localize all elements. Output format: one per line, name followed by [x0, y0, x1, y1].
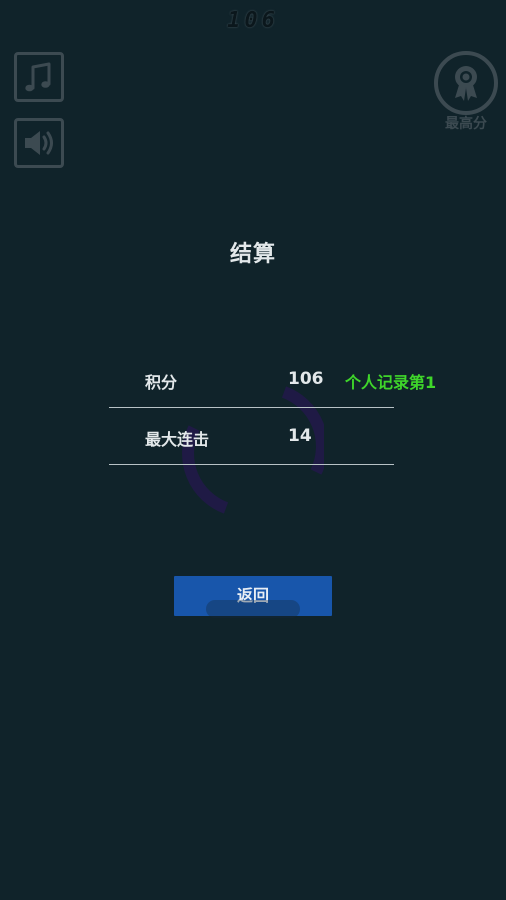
speaker-icon	[25, 131, 53, 155]
sound-toggle-button[interactable]	[14, 118, 64, 168]
best-score-button[interactable]: 最高分	[433, 50, 499, 132]
stat-row-max-combo: 最大连击 14	[109, 408, 394, 465]
result-stats-table: 积分 106 个人记录第1 最大连击 14	[109, 351, 436, 465]
score-label: 积分	[145, 373, 178, 392]
button-shadow	[206, 600, 300, 618]
score-value: 106	[288, 369, 324, 389]
max-combo-label: 最大连击	[145, 430, 210, 449]
medal-icon	[434, 51, 498, 115]
best-score-label: 最高分	[445, 116, 487, 132]
music-note-icon	[25, 62, 51, 92]
current-score: 106	[227, 8, 279, 33]
music-toggle-button[interactable]	[14, 52, 64, 102]
personal-record-note: 个人记录第1	[345, 373, 437, 392]
result-title: 结算	[229, 242, 276, 267]
stat-row-score: 积分 106 个人记录第1	[109, 351, 436, 408]
max-combo-value: 14	[288, 426, 312, 446]
